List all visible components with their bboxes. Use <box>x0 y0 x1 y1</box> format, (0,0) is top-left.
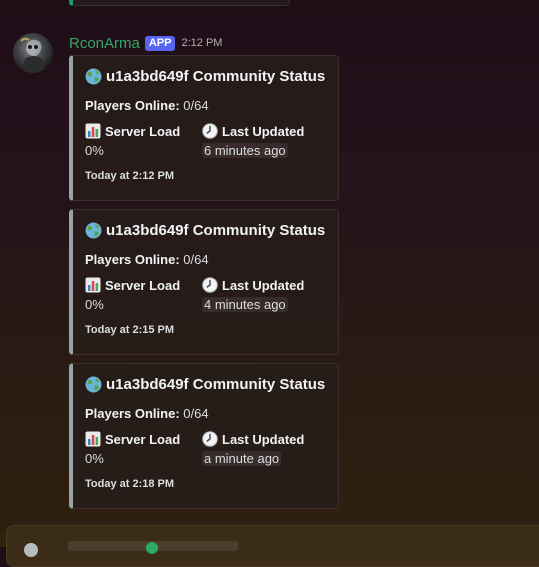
embed-title: u1a3bd649f Community Status <box>85 222 325 239</box>
globe-icon <box>85 376 102 393</box>
message-header: RconArma APP 2:12 PM <box>69 34 222 52</box>
embed-title: u1a3bd649f Community Status <box>85 376 325 393</box>
players-online-label: Players Online: <box>85 252 180 267</box>
embed-title-text: u1a3bd649f Community Status <box>106 376 326 393</box>
players-online-label: Players Online: <box>85 406 180 421</box>
status-embed: u1a3bd649f Community Status Players Onli… <box>69 55 339 201</box>
server-load-label: Server Load <box>85 277 180 293</box>
last-updated-value[interactable]: 4 minutes ago <box>202 297 288 312</box>
bar-chart-icon <box>85 277 101 293</box>
clock-icon <box>202 431 218 447</box>
globe-icon <box>85 222 102 239</box>
globe-icon <box>85 68 102 85</box>
bar-chart-icon <box>85 123 101 139</box>
username[interactable]: RconArma <box>69 35 140 52</box>
app-badge: APP <box>144 35 176 51</box>
last-updated-label: Last Updated <box>202 431 304 447</box>
embed-title-text: u1a3bd649f Community Status <box>106 222 326 239</box>
players-online-value: 0/64 <box>183 98 209 113</box>
players-online: Players Online: 0/64 <box>85 98 209 113</box>
server-load-value: 0% <box>85 297 104 312</box>
status-icon <box>146 542 158 554</box>
status-embed: u1a3bd649f Community Status Players Onli… <box>69 363 339 509</box>
embed-title-text: u1a3bd649f Community Status <box>106 68 326 85</box>
embed-footer-timestamp: Today at 2:15 PM <box>85 324 175 336</box>
embed-title: u1a3bd649f Community Status <box>85 68 325 85</box>
players-online-value: 0/64 <box>183 406 209 421</box>
previous-embed <box>69 0 290 6</box>
avatar[interactable] <box>13 33 53 73</box>
embed-footer-timestamp: Today at 2:18 PM <box>85 478 175 490</box>
avatar[interactable] <box>24 543 38 557</box>
last-updated-value[interactable]: a minute ago <box>202 451 282 466</box>
server-load-value: 0% <box>85 451 104 466</box>
players-online-label: Players Online: <box>85 98 180 113</box>
last-updated-value[interactable]: 6 minutes ago <box>202 143 288 158</box>
status-embed: u1a3bd649f Community Status Players Onli… <box>69 209 339 355</box>
clock-icon <box>202 277 218 293</box>
players-online: Players Online: 0/64 <box>85 406 209 421</box>
players-online-value: 0/64 <box>183 252 209 267</box>
players-online: Players Online: 0/64 <box>85 252 209 267</box>
last-updated-label: Last Updated <box>202 277 304 293</box>
last-updated-label: Last Updated <box>202 123 304 139</box>
message-timestamp[interactable]: 2:12 PM <box>181 37 222 49</box>
clock-icon <box>202 123 218 139</box>
server-load-label: Server Load <box>85 123 180 139</box>
server-load-value: 0% <box>85 143 104 158</box>
bar-chart-icon <box>85 431 101 447</box>
server-load-label: Server Load <box>85 431 180 447</box>
embed-footer-timestamp: Today at 2:12 PM <box>85 170 175 182</box>
